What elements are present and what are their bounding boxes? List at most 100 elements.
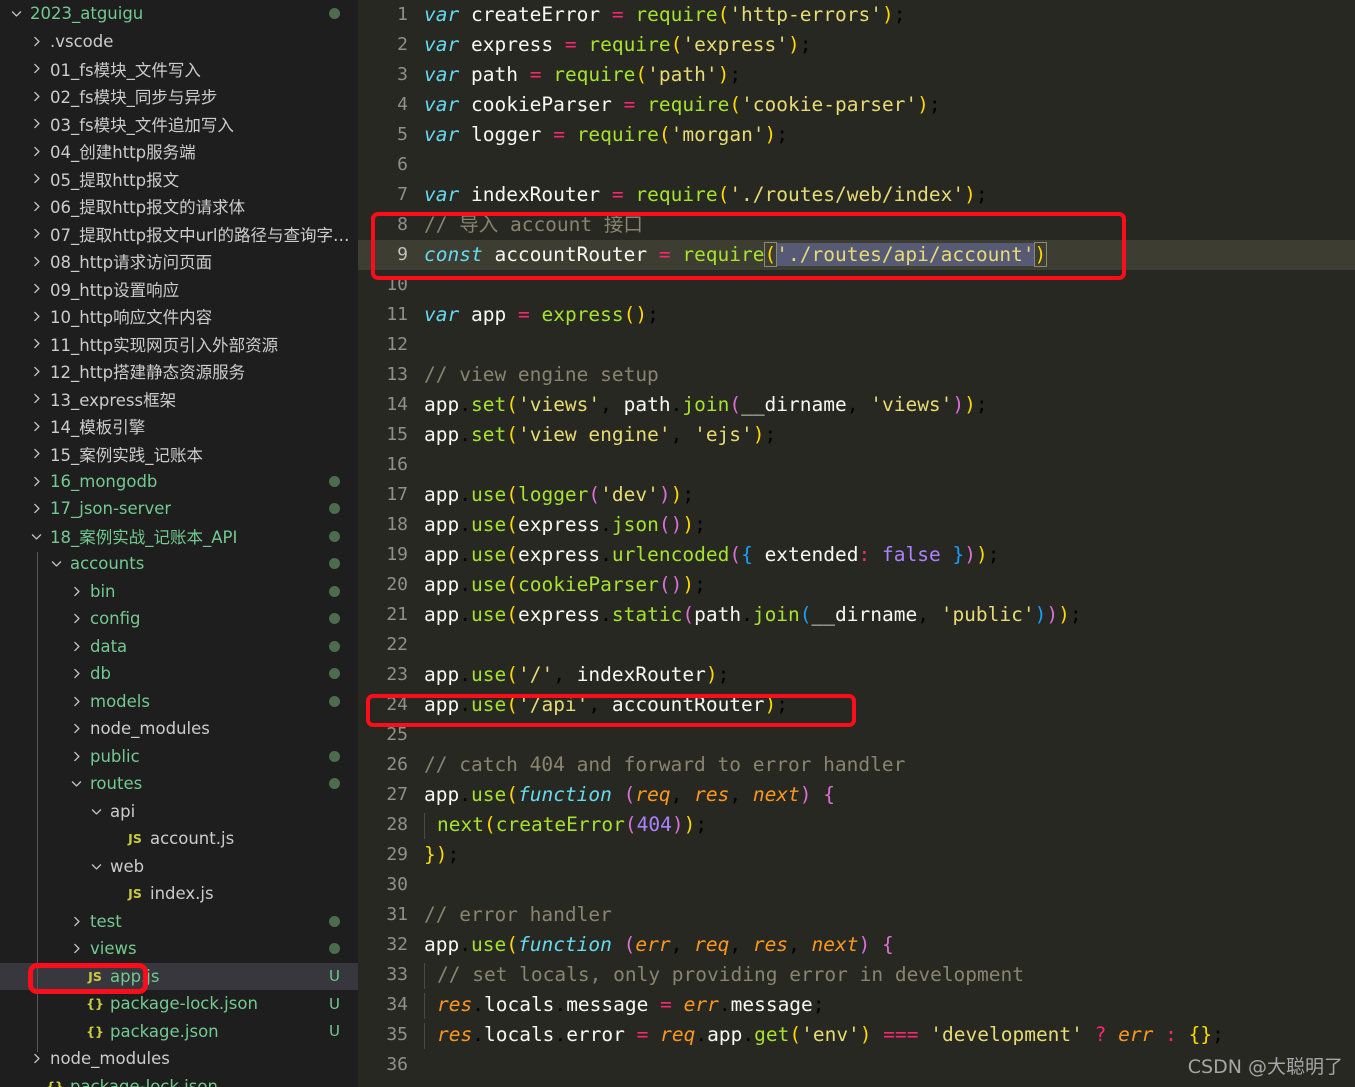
tree-row-package-lock.json[interactable]: {} package-lock.json U xyxy=(0,990,358,1018)
chevron-right-icon[interactable] xyxy=(28,392,45,405)
tree-row-01_fs_[interactable]: 01_fs模块_文件写入 xyxy=(0,55,358,83)
chevron-right-icon[interactable] xyxy=(68,612,85,625)
chevron-right-icon[interactable] xyxy=(28,200,45,213)
code-line[interactable]: 35 res.locals.error = req.app.get('env') … xyxy=(358,1020,1355,1050)
code-line[interactable]: 15 app.set('view engine', 'ejs'); xyxy=(358,420,1355,450)
tree-row-accounts[interactable]: accounts xyxy=(0,550,358,578)
code-line[interactable]: 11 var app = express(); xyxy=(358,300,1355,330)
code-line[interactable]: 24 app.use('/api', accountRouter); xyxy=(358,690,1355,720)
tree-row-api[interactable]: api xyxy=(0,798,358,826)
chevron-right-icon[interactable] xyxy=(28,255,45,268)
chevron-right-icon[interactable] xyxy=(28,172,45,185)
tree-row-routes[interactable]: routes xyxy=(0,770,358,798)
code-line[interactable]: 19 app.use(express.urlencoded({ extended:… xyxy=(358,540,1355,570)
tree-row-15__[interactable]: 15_案例实践_记账本 xyxy=(0,440,358,468)
tree-row-node_modules[interactable]: node_modules xyxy=(0,715,358,743)
chevron-right-icon[interactable] xyxy=(68,915,85,928)
code-line[interactable]: 20 app.use(cookieParser()); xyxy=(358,570,1355,600)
code-line[interactable]: 28 next(createError(404)); xyxy=(358,810,1355,840)
code-line[interactable]: 16 xyxy=(358,450,1355,480)
tree-row-models[interactable]: models xyxy=(0,688,358,716)
chevron-right-icon[interactable] xyxy=(28,365,45,378)
tree-row-16_mongodb[interactable]: 16_mongodb xyxy=(0,468,358,496)
tree-row-package-lock.json[interactable]: {} package-lock.json xyxy=(0,1073,358,1087)
tree-row-13_express[interactable]: 13_express框架 xyxy=(0,385,358,413)
chevron-right-icon[interactable] xyxy=(28,475,45,488)
code-line[interactable]: 21 app.use(express.static(path.join(__dir… xyxy=(358,600,1355,630)
code-line[interactable]: 27 app.use(function (req, res, next) { xyxy=(358,780,1355,810)
code-line[interactable]: 22 xyxy=(358,630,1355,660)
chevron-down-icon[interactable] xyxy=(8,7,25,20)
chevron-down-icon[interactable] xyxy=(88,860,105,873)
code-line[interactable]: 31 // error handler xyxy=(358,900,1355,930)
tree-row-package.json[interactable]: {} package.json U xyxy=(0,1018,358,1046)
chevron-down-icon[interactable] xyxy=(88,805,105,818)
code-line[interactable]: 32 app.use(function (err, req, res, next)… xyxy=(358,930,1355,960)
file-tree[interactable]: 2023_atguigu .vscode 01_fs模块_文件写入 02_fs模块_同… xyxy=(0,0,358,1087)
chevron-down-icon[interactable] xyxy=(48,557,65,570)
chevron-right-icon[interactable] xyxy=(28,227,45,240)
chevron-right-icon[interactable] xyxy=(28,145,45,158)
code-line[interactable]: 29}); xyxy=(358,840,1355,870)
chevron-right-icon[interactable] xyxy=(28,1052,45,1065)
tree-row-views[interactable]: views xyxy=(0,935,358,963)
tree-row-04_http[interactable]: 04_创建http服务端 xyxy=(0,138,358,166)
tree-row-08_http[interactable]: 08_http请求访问页面 xyxy=(0,248,358,276)
code-lines[interactable]: 1 var createError = require('http-errors'… xyxy=(358,0,1355,1080)
chevron-right-icon[interactable] xyxy=(28,447,45,460)
chevron-right-icon[interactable] xyxy=(28,282,45,295)
code-line[interactable]: 6 xyxy=(358,150,1355,180)
chevron-right-icon[interactable] xyxy=(28,117,45,130)
tree-row-bin[interactable]: bin xyxy=(0,578,358,606)
code-line[interactable]: 8 // 导入 account 接口 xyxy=(358,210,1355,240)
tree-row-07_httpurl[interactable]: 07_提取http报文中url的路径与查询字符串 xyxy=(0,220,358,248)
tree-row-12_http[interactable]: 12_http搭建静态资源服务 xyxy=(0,358,358,386)
code-line[interactable]: 34 res.locals.message = err.message; xyxy=(358,990,1355,1020)
code-line[interactable]: 30 xyxy=(358,870,1355,900)
chevron-down-icon[interactable] xyxy=(28,530,45,543)
code-line[interactable]: 4 var cookieParser = require('cookie-pars… xyxy=(358,90,1355,120)
tree-row-node_modules[interactable]: node_modules xyxy=(0,1045,358,1073)
chevron-right-icon[interactable] xyxy=(68,695,85,708)
tree-row-data[interactable]: data xyxy=(0,633,358,661)
tree-row-11_http[interactable]: 11_http实现网页引入外部资源 xyxy=(0,330,358,358)
tree-row-2023_atguigu[interactable]: 2023_atguigu xyxy=(0,0,358,28)
code-line[interactable]: 5 var logger = require('morgan'); xyxy=(358,120,1355,150)
code-line[interactable]: 1 var createError = require('http-errors'… xyxy=(358,0,1355,30)
tree-row-02_fs_[interactable]: 02_fs模块_同步与异步 xyxy=(0,83,358,111)
chevron-right-icon[interactable] xyxy=(68,667,85,680)
tree-row-db[interactable]: db xyxy=(0,660,358,688)
code-line[interactable]: 13 // view engine setup xyxy=(358,360,1355,390)
tree-row-web[interactable]: web xyxy=(0,853,358,881)
chevron-right-icon[interactable] xyxy=(68,640,85,653)
tree-row-.vscode[interactable]: .vscode xyxy=(0,28,358,56)
tree-row-17_json-server[interactable]: 17_json-server xyxy=(0,495,358,523)
code-line[interactable]: 33 // set locals, only providing error in… xyxy=(358,960,1355,990)
chevron-down-icon[interactable] xyxy=(68,777,85,790)
tree-row-10_http[interactable]: 10_http响应文件内容 xyxy=(0,303,358,331)
code-line[interactable]: 10 xyxy=(358,270,1355,300)
chevron-right-icon[interactable] xyxy=(68,942,85,955)
code-line[interactable]: 25 xyxy=(358,720,1355,750)
code-line[interactable]: 17 app.use(logger('dev')); xyxy=(358,480,1355,510)
tree-row-test[interactable]: test xyxy=(0,908,358,936)
chevron-right-icon[interactable] xyxy=(28,502,45,515)
code-line[interactable]: 9 const accountRouter = require('./routes… xyxy=(358,240,1355,270)
tree-row-14_[interactable]: 14_模板引擎 xyxy=(0,413,358,441)
code-line[interactable]: 12 xyxy=(358,330,1355,360)
tree-row-app.js[interactable]: JS app.js U xyxy=(0,962,358,990)
chevron-right-icon[interactable] xyxy=(28,90,45,103)
code-line[interactable]: 14 app.set('views', path.join(__dirname, … xyxy=(358,390,1355,420)
code-line[interactable]: 18 app.use(express.json()); xyxy=(358,510,1355,540)
chevron-right-icon[interactable] xyxy=(68,750,85,763)
chevron-right-icon[interactable] xyxy=(28,62,45,75)
code-line[interactable]: 26 // catch 404 and forward to error hand… xyxy=(358,750,1355,780)
chevron-right-icon[interactable] xyxy=(28,420,45,433)
tree-row-03_fs_[interactable]: 03_fs模块_文件追加写入 xyxy=(0,110,358,138)
chevron-right-icon[interactable] xyxy=(28,310,45,323)
tree-row-18___API[interactable]: 18_案例实战_记账本_API xyxy=(0,523,358,551)
chevron-right-icon[interactable] xyxy=(68,722,85,735)
chevron-right-icon[interactable] xyxy=(68,585,85,598)
code-editor[interactable]: 1 var createError = require('http-errors'… xyxy=(358,0,1355,1087)
chevron-right-icon[interactable] xyxy=(28,35,45,48)
